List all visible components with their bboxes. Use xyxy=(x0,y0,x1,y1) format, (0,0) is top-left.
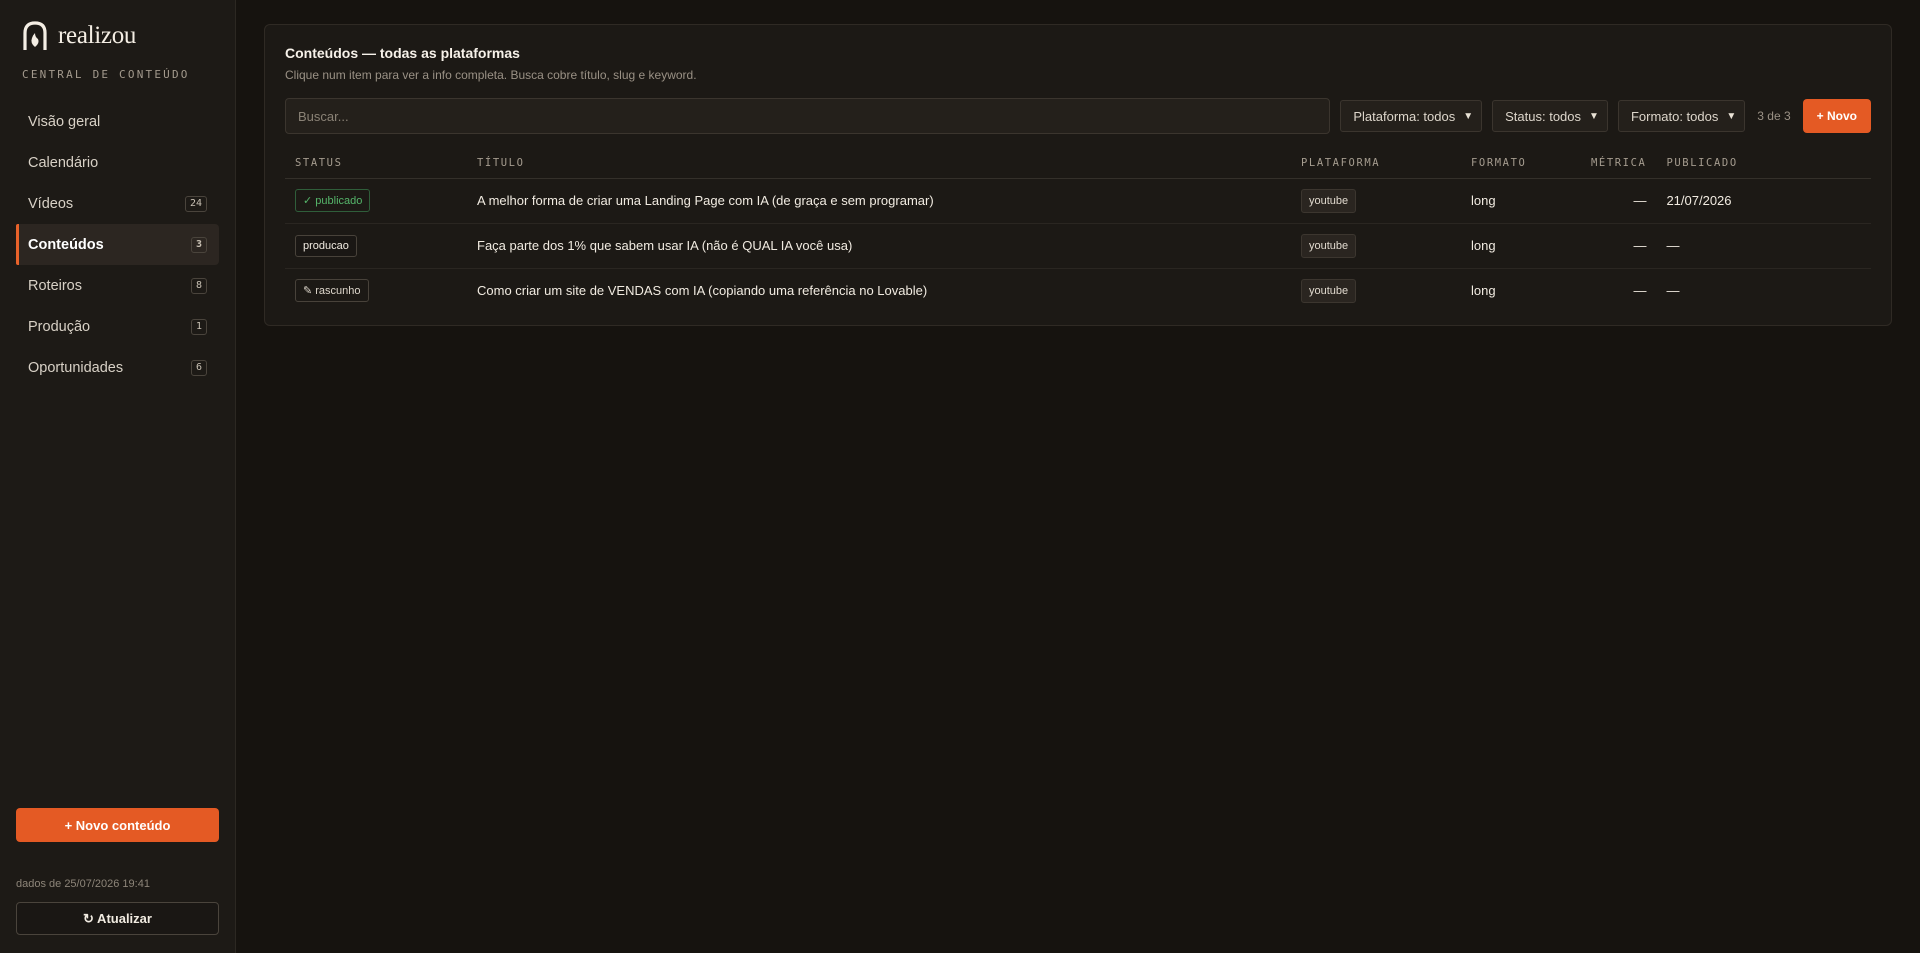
status-filter-select[interactable]: Status: todos ▼ xyxy=(1492,100,1608,132)
table-row[interactable]: ✓ publicado A melhor forma de criar uma … xyxy=(285,178,1871,224)
panel-subtitle: Clique num item para ver a info completa… xyxy=(285,68,697,82)
brand-subtitle: CENTRAL DE CONTEÚDO xyxy=(22,68,190,81)
published-cell: 21/07/2026 xyxy=(1656,178,1871,224)
sidebar-item-label: Conteúdos xyxy=(28,236,104,253)
new-item-button[interactable]: + Novo xyxy=(1802,99,1871,133)
sidebar-item-videos[interactable]: Vídeos 24 xyxy=(16,183,219,224)
filter-toolbar: Plataforma: todos ▼ Status: todos ▼ Form… xyxy=(285,98,1871,134)
sidebar-item-conteudos[interactable]: Conteúdos 3 xyxy=(16,224,219,265)
table-row[interactable]: producao Faça parte dos 1% que sabem usa… xyxy=(285,223,1871,269)
sidebar-nav: Visão geral Calendário Vídeos 24 Conteúd… xyxy=(16,101,219,388)
brand[interactable]: realizou xyxy=(16,20,219,52)
format-filter-select[interactable]: Formato: todos ▼ xyxy=(1617,100,1746,132)
chevron-down-icon: ▼ xyxy=(1463,110,1474,122)
sidebar-item-label: Calendário xyxy=(28,154,99,171)
metric-cell: — xyxy=(1581,223,1657,269)
platform-filter-select[interactable]: Plataforma: todos ▼ xyxy=(1340,100,1483,132)
platform-badge: youtube xyxy=(1301,188,1357,213)
published-cell: — xyxy=(1666,283,1680,299)
count-badge: 3 xyxy=(190,236,207,253)
platform-badge: youtube xyxy=(1301,278,1357,303)
sidebar-item-oportunidades[interactable]: Oportunidades 6 xyxy=(16,347,219,388)
sidebar-item-label: Oportunidades xyxy=(28,359,124,376)
content-title: Faça parte dos 1% que sabem usar IA (não… xyxy=(467,223,1291,269)
column-header-format[interactable]: FORMATO xyxy=(1461,148,1581,179)
realizou-logo-icon xyxy=(23,21,47,50)
content-title: Como criar um site de VENDAS com IA (cop… xyxy=(477,283,928,299)
contents-panel: Conteúdos — todas as plataformas Clique … xyxy=(264,24,1892,326)
main-content: Conteúdos — todas as plataformas Clique … xyxy=(236,0,1920,953)
data-timestamp: dados de 25/07/2026 19:41 xyxy=(16,878,150,890)
platform-filter-value: Plataforma: todos xyxy=(1353,108,1456,124)
sidebar-item-label: Vídeos xyxy=(28,195,74,212)
count-badge: 1 xyxy=(190,318,207,335)
sidebar: realizou CENTRAL DE CONTEÚDO Visão geral… xyxy=(0,0,236,953)
new-content-button[interactable]: + Novo conteúdo xyxy=(16,808,219,842)
format-cell: long xyxy=(1461,223,1581,269)
table-header-row: STATUS TÍTULO PLATAFORMA FORMATO MÉTRICA… xyxy=(285,148,1871,179)
published-cell: — xyxy=(1656,223,1871,269)
format-cell: long xyxy=(1461,178,1581,224)
column-header-title[interactable]: TÍTULO xyxy=(467,148,1291,179)
platform-badge: youtube xyxy=(1301,233,1357,258)
format-filter-value: Formato: todos xyxy=(1630,108,1719,124)
status-badge: ✓ publicado xyxy=(295,189,371,212)
sidebar-item-label: Roteiros xyxy=(28,277,82,294)
sidebar-item-label: Visão geral xyxy=(28,113,101,130)
count-badge: 24 xyxy=(184,195,207,212)
status-badge: ✎ rascunho xyxy=(295,279,369,303)
search-input[interactable] xyxy=(285,98,1331,134)
contents-table: STATUS TÍTULO PLATAFORMA FORMATO MÉTRICA… xyxy=(285,148,1871,313)
content-title: A melhor forma de criar uma Landing Page… xyxy=(467,178,1291,224)
sidebar-item-visao-geral[interactable]: Visão geral xyxy=(16,101,219,142)
column-header-published[interactable]: PUBLICADO xyxy=(1656,148,1871,179)
result-count: 3 de 3 xyxy=(1757,109,1791,123)
sidebar-item-label: Produção xyxy=(28,318,91,335)
metric-cell: — xyxy=(1633,283,1647,299)
format-cell: long xyxy=(1471,283,1496,299)
status-filter-value: Status: todos xyxy=(1505,108,1582,124)
count-badge: 8 xyxy=(190,277,207,294)
brand-name: realizou xyxy=(58,22,137,49)
column-header-status[interactable]: STATUS xyxy=(285,148,467,179)
metric-cell: — xyxy=(1581,178,1657,224)
count-badge: 6 xyxy=(190,359,207,376)
column-header-metric[interactable]: MÉTRICA xyxy=(1581,148,1657,179)
chevron-down-icon: ▼ xyxy=(1589,110,1599,122)
table-row[interactable]: ✎ rascunho Como criar um site de VENDAS … xyxy=(285,268,1871,313)
panel-title: Conteúdos — todas as plataformas xyxy=(285,45,520,61)
app-root: realizou CENTRAL DE CONTEÚDO Visão geral… xyxy=(0,0,1920,953)
chevron-down-icon: ▼ xyxy=(1726,110,1737,122)
column-header-platform[interactable]: PLATAFORMA xyxy=(1291,148,1461,179)
refresh-button[interactable]: ↻ Atualizar xyxy=(16,902,219,935)
sidebar-item-calendario[interactable]: Calendário xyxy=(16,142,219,183)
status-badge: producao xyxy=(295,234,357,257)
sidebar-item-roteiros[interactable]: Roteiros 8 xyxy=(16,265,219,306)
sidebar-item-producao[interactable]: Produção 1 xyxy=(16,306,219,347)
